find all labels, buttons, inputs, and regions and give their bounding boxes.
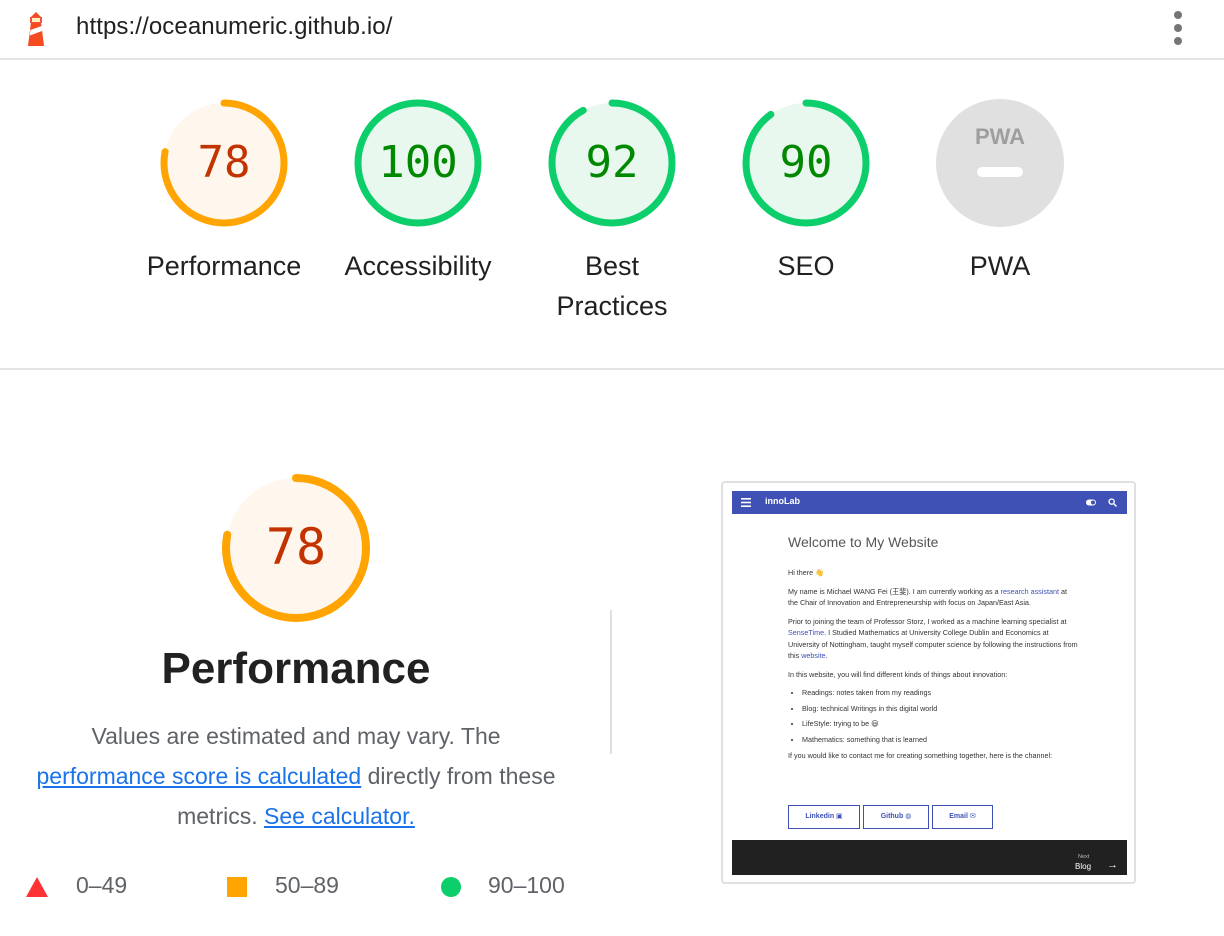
see-calculator-link[interactable]: See calculator. (264, 803, 415, 829)
score-legend: 0–49 50–89 90–100 (0, 872, 600, 902)
list-item: Mathematics: something that is learned (802, 734, 1078, 746)
gauge-seo[interactable]: 90 SEO (716, 98, 896, 286)
category-gauges: 78 Performance 100 Accessibility 92 Best… (0, 60, 1224, 370)
linkedin-button: Linkedin ▣ (788, 805, 860, 829)
site-name: innoLab (765, 496, 800, 506)
search-icon (1108, 498, 1117, 507)
site-paragraph: In this website, you will find different… (788, 669, 1008, 679)
lighthouse-icon (28, 12, 44, 46)
gauge-score: 78 (198, 137, 251, 188)
more-vert-icon[interactable] (1168, 10, 1188, 46)
gauge-score: 100 (378, 137, 457, 188)
toggle-icon (1086, 499, 1096, 506)
email-icon: ✉ (969, 813, 976, 820)
gauge-pwa[interactable]: PWA PWA (910, 98, 1090, 286)
site-list: Readings: notes taken from my readings B… (802, 687, 1078, 745)
desc-text: Values are estimated and may vary. The (91, 723, 501, 749)
list-item: Blog: technical Writings in this digital… (802, 703, 1078, 715)
linkedin-icon: ▣ (836, 813, 843, 820)
gauge-score: 90 (780, 137, 833, 188)
list-item: Readings: notes taken from my readings (802, 687, 1078, 699)
gauge-label: SEO (777, 251, 835, 281)
gauge-label: PWA (969, 251, 1031, 281)
gauge-ring: 78 (160, 99, 288, 227)
pwa-badge-icon: PWA (936, 99, 1064, 227)
gauge-label: Best Practices (556, 251, 668, 321)
gauge-label: Performance (146, 251, 302, 281)
final-screenshot[interactable]: innoLab Welcome to My Website Hi there 👋… (721, 481, 1136, 884)
pwa-badge-text: PWA (975, 124, 1025, 149)
site-paragraph: Prior to joining the team of Professor S… (788, 616, 1078, 661)
gauge-label: Accessibility (344, 251, 492, 281)
footer-next-label: Next (1078, 854, 1090, 860)
github-button: Github ◍ (863, 805, 929, 829)
arrow-right-icon: → (1107, 859, 1118, 871)
performance-title: Performance (161, 644, 431, 693)
report-url: https://oceanumeric.github.io/ (76, 13, 393, 40)
gauge-score: 92 (586, 137, 639, 188)
site-paragraph: My name is Michael WANG Fei (王斐). I am c… (788, 586, 1067, 608)
report-header: https://oceanumeric.github.io/ (0, 0, 1224, 60)
score-calculated-link[interactable]: performance score is calculated (36, 763, 361, 789)
site-app-bar: innoLab (732, 491, 1127, 514)
site-heading: Welcome to My Website (788, 534, 939, 550)
site-greeting: Hi there 👋 (788, 568, 825, 577)
legend-range: 50–89 (275, 872, 339, 898)
site-paragraph: If you would like to contact me for crea… (788, 751, 1053, 760)
github-icon: ◍ (905, 813, 912, 820)
fail-triangle-icon (26, 877, 48, 897)
legend-range: 90–100 (488, 872, 565, 898)
performance-gauge: 78 (222, 474, 370, 622)
gauge-performance[interactable]: 78 Performance (134, 98, 314, 286)
average-square-icon (227, 877, 247, 897)
list-item: LifeStyle: trying to be 😃 (802, 718, 1078, 730)
section-divider (610, 610, 612, 754)
performance-score: 78 (266, 518, 326, 576)
gauge-accessibility[interactable]: 100 Accessibility (328, 98, 508, 286)
site-footer: Next Blog → (732, 840, 1127, 875)
email-button: Email ✉ (932, 805, 993, 829)
legend-range: 0–49 (76, 872, 128, 898)
pass-circle-icon (441, 877, 461, 897)
gauge-best-practices[interactable]: 92 Best Practices (522, 98, 702, 326)
gauge-ring: 90 (742, 99, 870, 227)
gauge-ring: 92 (548, 99, 676, 227)
footer-blog-label: Blog (1075, 862, 1092, 871)
performance-description: Values are estimated and may vary. The p… (16, 716, 576, 836)
gauge-ring: 100 (354, 99, 482, 227)
site-content: Welcome to My Website Hi there 👋 My name… (788, 533, 1078, 769)
hamburger-menu-icon (741, 498, 751, 507)
